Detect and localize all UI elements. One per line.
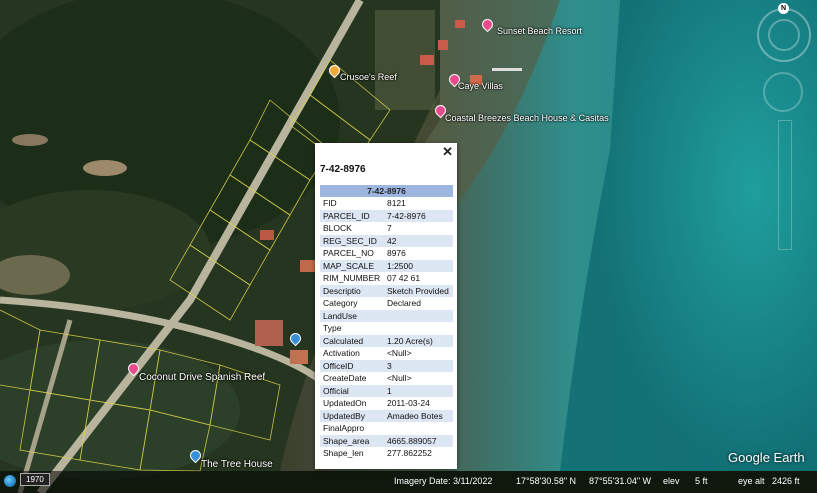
attr-value: 3 bbox=[383, 359, 453, 372]
attr-value: <Null> bbox=[386, 373, 412, 384]
label-coastal-breezes[interactable]: Coastal Breezes Beach House & Casitas bbox=[445, 113, 609, 123]
close-icon[interactable]: ✕ bbox=[442, 145, 453, 159]
attr-value: 1.20 Acre(s) bbox=[383, 334, 453, 347]
attr-key: UpdatedBy bbox=[320, 409, 384, 422]
parcel-attribute-table: 7-42-8976 FID 8121 PARCEL_ID 7-42-8976 BLO… bbox=[320, 185, 453, 460]
table-row: REG_SEC_ID 42 bbox=[320, 234, 453, 247]
attr-key: RIM_NUMBER bbox=[323, 273, 381, 284]
attr-key: FID bbox=[323, 198, 337, 209]
attr-value: 1:2500 bbox=[383, 259, 453, 272]
label-coconut-drive[interactable]: Coconut Drive Spanish Reef bbox=[139, 372, 265, 383]
table-row: Descriptio Sketch Provided bbox=[320, 284, 453, 297]
attr-value: 4665.889057 bbox=[383, 434, 453, 447]
parcel-info-balloon: ✕ 7-42-8976 7-42-8976 FID 8121 PARCEL_ID 7… bbox=[315, 143, 457, 469]
label-crusoes-reef[interactable]: Crusoe's Reef bbox=[340, 72, 397, 82]
attr-value: 8976 bbox=[386, 248, 406, 259]
table-row: UpdatedOn 2011-03-24 bbox=[320, 397, 453, 410]
navigation-control[interactable]: N bbox=[757, 0, 817, 120]
balloon-title: 7-42-8976 bbox=[320, 164, 366, 175]
label-tree-house[interactable]: The Tree House bbox=[201, 459, 273, 470]
table-row: PARCEL_NO 8976 bbox=[320, 247, 453, 260]
attr-key: CreateDate bbox=[323, 373, 367, 384]
eye-altitude-label: eye alt bbox=[738, 476, 765, 486]
attr-key: Descriptio bbox=[320, 284, 384, 297]
attr-value: Declared bbox=[386, 298, 421, 309]
table-header: 7-42-8976 bbox=[320, 185, 453, 197]
attr-value: 7 bbox=[386, 223, 392, 234]
table-row: Activation <Null> bbox=[320, 347, 453, 360]
move-joystick[interactable] bbox=[763, 72, 803, 112]
attr-key: Calculated bbox=[320, 334, 384, 347]
attr-value bbox=[384, 322, 453, 335]
map-view[interactable]: Sunset Beach Resort Crusoe's Reef Caye V… bbox=[0, 0, 817, 493]
globe-icon[interactable] bbox=[4, 475, 16, 487]
table-row: Category Declared bbox=[320, 297, 453, 310]
table-row: Type bbox=[320, 322, 453, 335]
attr-key: BLOCK bbox=[323, 223, 352, 234]
table-row: Shape_len 277.862252 bbox=[320, 447, 453, 460]
table-row: CreateDate <Null> bbox=[320, 372, 453, 385]
elevation-label: elev bbox=[663, 476, 680, 486]
attr-key: REG_SEC_ID bbox=[320, 234, 384, 247]
table-row: BLOCK 7 bbox=[320, 222, 453, 235]
attr-value: Amadeo Botes bbox=[383, 409, 453, 422]
table-row: Official 1 bbox=[320, 384, 453, 397]
status-bar: 1970 Imagery Date: 3/11/2022 17°58'30.58… bbox=[0, 471, 817, 493]
longitude: 87°55'31.04" W bbox=[589, 476, 652, 486]
attr-key: Shape_area bbox=[320, 434, 384, 447]
attr-value: 07 42 61 bbox=[386, 273, 421, 284]
attr-key: FinalAppro bbox=[323, 423, 365, 434]
attr-key: OfficeID bbox=[320, 359, 384, 372]
attr-key: Activation bbox=[323, 348, 360, 359]
eye-altitude-value: 2426 ft bbox=[772, 476, 800, 486]
look-joystick-center[interactable] bbox=[768, 19, 800, 51]
table-row: FinalAppro bbox=[320, 422, 453, 435]
table-row: Calculated 1.20 Acre(s) bbox=[320, 334, 453, 347]
imagery-date: Imagery Date: 3/11/2022 bbox=[394, 476, 493, 486]
table-row: LandUse bbox=[320, 309, 453, 322]
attr-value: 42 bbox=[383, 234, 453, 247]
attr-key: PARCEL_NO bbox=[323, 248, 374, 259]
attr-key: PARCEL_ID bbox=[320, 209, 384, 222]
google-earth-watermark: Google Earth bbox=[728, 450, 805, 465]
zoom-slider[interactable] bbox=[778, 120, 792, 250]
attr-value: 277.862252 bbox=[386, 448, 432, 459]
table-row: PARCEL_ID 7-42-8976 bbox=[320, 209, 453, 222]
attr-key: LandUse bbox=[320, 309, 384, 322]
attr-value bbox=[383, 309, 453, 322]
attr-key: Category bbox=[323, 298, 358, 309]
table-row: RIM_NUMBER 07 42 61 bbox=[320, 272, 453, 285]
label-caye-villas[interactable]: Caye Villas bbox=[458, 81, 503, 91]
table-row: FID 8121 bbox=[320, 197, 453, 210]
attr-key: UpdatedOn bbox=[323, 398, 367, 409]
north-icon[interactable]: N bbox=[778, 3, 789, 14]
table-row: MAP_SCALE 1:2500 bbox=[320, 259, 453, 272]
attr-key: Official bbox=[320, 384, 384, 397]
attr-value: 7-42-8976 bbox=[383, 209, 453, 222]
attr-value: 2011-03-24 bbox=[386, 398, 430, 409]
elevation-value: 5 ft bbox=[695, 476, 708, 486]
attr-key: Type bbox=[323, 323, 342, 334]
table-row: OfficeID 3 bbox=[320, 359, 453, 372]
table-row: Shape_area 4665.889057 bbox=[320, 434, 453, 447]
latitude: 17°58'30.58" N bbox=[516, 476, 577, 486]
table-row: UpdatedBy Amadeo Botes bbox=[320, 409, 453, 422]
attr-value: Sketch Provided bbox=[383, 284, 453, 297]
historical-imagery-year[interactable]: 1970 bbox=[20, 473, 50, 486]
attr-key: MAP_SCALE bbox=[320, 259, 384, 272]
attr-key: Shape_len bbox=[323, 448, 364, 459]
attr-value: <Null> bbox=[386, 348, 412, 359]
label-sunset-beach[interactable]: Sunset Beach Resort bbox=[497, 26, 582, 36]
attr-value bbox=[384, 422, 453, 435]
attr-value: 8121 bbox=[386, 198, 406, 209]
attr-value: 1 bbox=[383, 384, 453, 397]
